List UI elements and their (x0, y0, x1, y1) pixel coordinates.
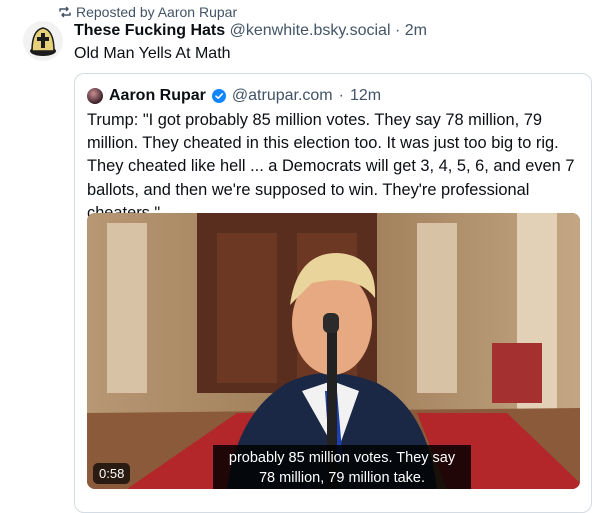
video-duration: 0:58 (93, 463, 131, 484)
repost-indicator[interactable]: Reposted by Aaron Rupar (58, 4, 237, 20)
quoted-author-handle[interactable]: @atrupar.com (232, 87, 333, 105)
separator: · (338, 87, 344, 104)
post-text: Old Man Yells At Math (74, 45, 231, 62)
quoted-post-text: Trump: "I got probably 85 million votes.… (87, 111, 575, 222)
avatar[interactable] (23, 21, 63, 61)
post-time[interactable]: 2m (405, 22, 427, 39)
quoted-author-name[interactable]: Aaron Rupar (109, 87, 206, 105)
repost-icon (58, 5, 72, 19)
post-header: These Fucking Hats @kenwhite.bsky.social… (74, 22, 427, 40)
quoted-post[interactable]: Aaron Rupar @atrupar.com · 12m Trump: "I… (74, 73, 592, 513)
caption-line: 78 million, 79 million take. (258, 470, 426, 486)
caption-line: probably 85 million votes. They say (228, 450, 456, 466)
author-name[interactable]: These Fucking Hats (74, 22, 225, 39)
quoted-post-time[interactable]: 12m (350, 87, 381, 105)
verified-badge-icon (211, 89, 226, 103)
quoted-post-header: Aaron Rupar @atrupar.com · 12m (87, 87, 381, 105)
video-player[interactable]: 0:58 probably 85 million votes. They say… (87, 213, 580, 489)
author-handle[interactable]: @kenwhite.bsky.social (230, 22, 391, 39)
separator: · (394, 22, 401, 39)
repost-text: Reposted by Aaron Rupar (76, 4, 238, 20)
video-caption: probably 85 million votes. They say 78 m… (213, 445, 471, 489)
quoted-avatar[interactable] (87, 88, 103, 104)
hat-avatar-icon (30, 27, 56, 56)
